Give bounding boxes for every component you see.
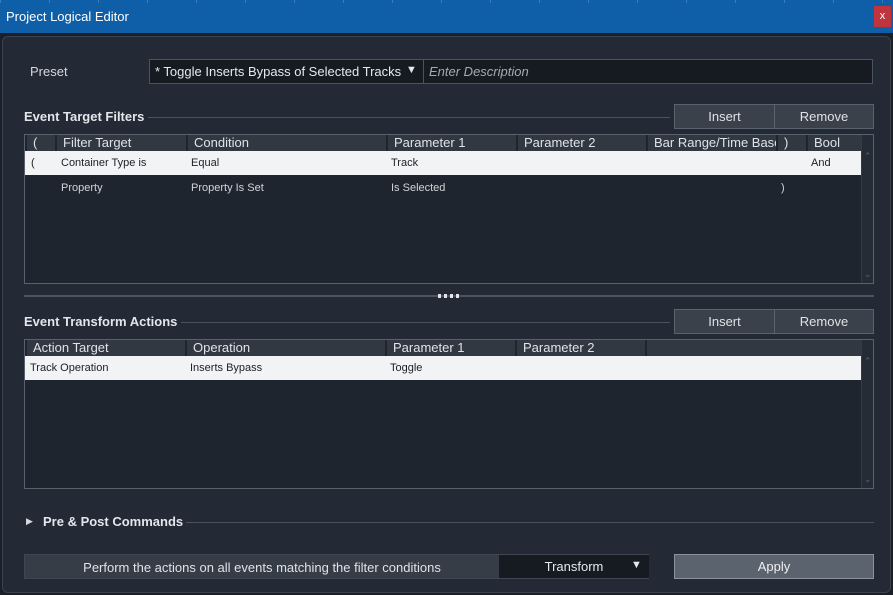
column-condition[interactable]: Condition bbox=[186, 135, 386, 151]
filters-table: ( Filter Target Condition Parameter 1 Pa… bbox=[24, 134, 874, 284]
column-open-paren[interactable]: ( bbox=[25, 135, 55, 151]
filters-scrollbar[interactable]: ⌃ ⌄ bbox=[861, 135, 873, 283]
table-row[interactable]: Track Operation Inserts Bypass Toggle bbox=[25, 356, 861, 380]
column-parameter-1[interactable]: Parameter 1 bbox=[385, 340, 515, 356]
window-title: Project Logical Editor bbox=[6, 9, 129, 24]
column-operation[interactable]: Operation bbox=[185, 340, 385, 356]
actions-remove-button[interactable]: Remove bbox=[774, 310, 873, 333]
cell-parameter-1[interactable]: Track bbox=[391, 157, 418, 170]
splitter-grip-icon[interactable] bbox=[438, 294, 460, 298]
actions-title: Event Transform Actions bbox=[24, 314, 178, 329]
filters-table-header: ( Filter Target Condition Parameter 1 Pa… bbox=[25, 135, 861, 151]
column-filter-target[interactable]: Filter Target bbox=[55, 135, 186, 151]
column-bar-range[interactable]: Bar Range/Time Base bbox=[646, 135, 776, 151]
preset-select[interactable]: * Toggle Inserts Bypass of Selected Trac… bbox=[155, 64, 401, 79]
perform-description: Perform the actions on all events matchi… bbox=[83, 560, 441, 575]
column-parameter-2[interactable]: Parameter 2 bbox=[516, 135, 646, 151]
filters-button-group: Insert Remove bbox=[674, 104, 874, 129]
actions-button-group: Insert Remove bbox=[674, 309, 874, 334]
cell-condition[interactable]: Equal bbox=[191, 157, 219, 170]
actions-table: Action Target Operation Parameter 1 Para… bbox=[24, 339, 874, 489]
actions-table-header: Action Target Operation Parameter 1 Para… bbox=[25, 340, 861, 356]
scroll-up-icon[interactable]: ⌃ bbox=[864, 356, 872, 367]
actions-scrollbar[interactable]: ⌃ ⌄ bbox=[861, 340, 873, 488]
preset-field: * Toggle Inserts Bypass of Selected Trac… bbox=[149, 59, 873, 84]
cell-close-paren[interactable]: ) bbox=[781, 182, 785, 195]
column-parameter-1[interactable]: Parameter 1 bbox=[386, 135, 516, 151]
description-input[interactable] bbox=[425, 61, 865, 82]
close-button[interactable]: x bbox=[874, 6, 891, 27]
actions-insert-button[interactable]: Insert bbox=[675, 310, 774, 333]
column-close-paren[interactable]: ) bbox=[776, 135, 806, 151]
scroll-up-icon[interactable]: ⌃ bbox=[864, 151, 872, 162]
cell-bool[interactable]: And bbox=[811, 157, 831, 170]
title-bar-ticks bbox=[0, 0, 893, 3]
pre-post-rule bbox=[186, 522, 874, 523]
filters-remove-button[interactable]: Remove bbox=[774, 105, 873, 128]
expand-triangle-icon[interactable]: ▶ bbox=[26, 516, 33, 527]
cell-open-paren: ( bbox=[31, 157, 35, 169]
preset-divider bbox=[423, 60, 424, 83]
cell-parameter-1[interactable]: Toggle bbox=[390, 362, 422, 375]
function-select[interactable]: Transform ▼ bbox=[499, 555, 649, 578]
title-bar[interactable]: Project Logical Editor x bbox=[0, 0, 893, 33]
filters-insert-button[interactable]: Insert bbox=[675, 105, 774, 128]
actions-title-rule bbox=[181, 322, 670, 323]
cell-action-target[interactable]: Track Operation bbox=[30, 362, 108, 375]
chevron-down-icon[interactable]: ▼ bbox=[406, 64, 417, 76]
column-bool[interactable]: Bool bbox=[806, 135, 844, 151]
pre-post-commands-toggle[interactable]: Pre & Post Commands bbox=[43, 514, 183, 529]
filters-title: Event Target Filters bbox=[24, 109, 145, 124]
function-select-value[interactable]: Transform bbox=[499, 559, 649, 574]
cell-operation[interactable]: Inserts Bypass bbox=[190, 362, 262, 375]
apply-button[interactable]: Apply bbox=[674, 554, 874, 579]
perform-bar: Perform the actions on all events matchi… bbox=[24, 554, 649, 579]
scroll-down-icon[interactable]: ⌄ bbox=[864, 474, 872, 485]
chevron-down-icon[interactable]: ▼ bbox=[631, 559, 642, 571]
cell-condition[interactable]: Property Is Set bbox=[191, 182, 264, 195]
cell-filter-target[interactable]: Container Type is bbox=[61, 157, 146, 170]
column-action-target[interactable]: Action Target bbox=[25, 340, 185, 356]
column-parameter-2[interactable]: Parameter 2 bbox=[515, 340, 645, 356]
table-row[interactable]: Property Property Is Set Is Selected ) bbox=[25, 176, 861, 200]
table-row[interactable]: ( Container Type is Equal Track And bbox=[25, 151, 861, 175]
preset-label: Preset bbox=[30, 64, 68, 79]
cell-filter-target[interactable]: Property bbox=[61, 182, 103, 195]
column-filler bbox=[645, 340, 863, 356]
scroll-down-icon[interactable]: ⌄ bbox=[864, 269, 872, 280]
cell-parameter-1[interactable]: Is Selected bbox=[391, 182, 445, 195]
filters-title-rule bbox=[148, 117, 670, 118]
